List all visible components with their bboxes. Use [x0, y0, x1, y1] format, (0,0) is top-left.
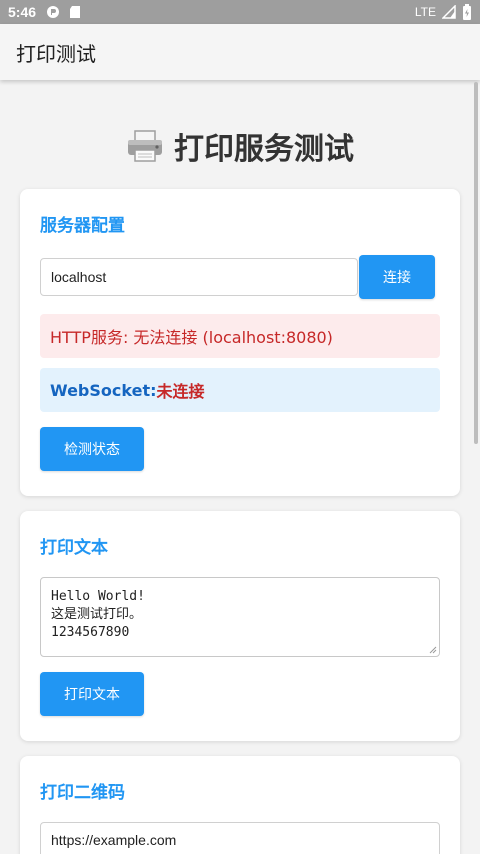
server-config-card: 服务器配置 localhost 连接 HTTP服务: 无法连接 (localho…: [20, 189, 460, 496]
print-text-input[interactable]: Hello World! 这是测试打印。 1234567890: [40, 577, 440, 657]
page-title: 打印服务测试: [0, 124, 480, 168]
network-type: LTE: [414, 5, 436, 19]
print-text-button[interactable]: 打印文本: [40, 672, 144, 716]
text-line: 1234567890: [51, 625, 130, 640]
ws-label: WebSocket:: [50, 380, 157, 400]
app-notification-icon: [47, 6, 60, 18]
status-time: 5:46: [8, 4, 37, 20]
ws-state: 未连接: [156, 382, 205, 401]
print-text-title: 打印文本: [40, 538, 108, 558]
page-title-text: 打印服务测试: [174, 132, 354, 167]
page-content: 打印服务测试 服务器配置 localhost 连接 HTTP服务: 无法连接 (…: [0, 80, 480, 854]
app-title: 打印测试: [16, 41, 96, 66]
websocket-status-message: WebSocket: 未连接: [40, 368, 440, 412]
host-input[interactable]: localhost: [40, 258, 358, 296]
text-line: Hello World!: [51, 589, 145, 604]
print-text-card: 打印文本 Hello World! 这是测试打印。 1234567890 打印文…: [20, 511, 460, 741]
resize-handle-icon[interactable]: [429, 646, 437, 654]
qr-url-input[interactable]: https://example.com: [40, 822, 440, 854]
sd-card-icon: [70, 6, 81, 18]
battery-icon: [463, 4, 471, 20]
text-line: 这是测试打印。: [51, 607, 143, 622]
http-status-text: HTTP服务: 无法连接 (localhost:8080): [50, 328, 333, 347]
check-status-button[interactable]: 检测状态: [40, 427, 144, 471]
app-bar: 打印测试: [0, 24, 480, 80]
connect-button[interactable]: 连接: [359, 255, 435, 299]
status-indicators: LTE: [415, 4, 472, 20]
server-config-title: 服务器配置: [40, 216, 125, 236]
status-bar: 5:46 LTE: [0, 0, 480, 24]
scrollbar[interactable]: [474, 82, 478, 444]
printer-icon: [128, 130, 162, 162]
http-status-message: HTTP服务: 无法连接 (localhost:8080): [40, 314, 440, 358]
signal-icon: [442, 5, 456, 19]
print-qr-title: 打印二维码: [40, 783, 125, 803]
print-qr-card: 打印二维码 https://example.com: [20, 756, 460, 854]
